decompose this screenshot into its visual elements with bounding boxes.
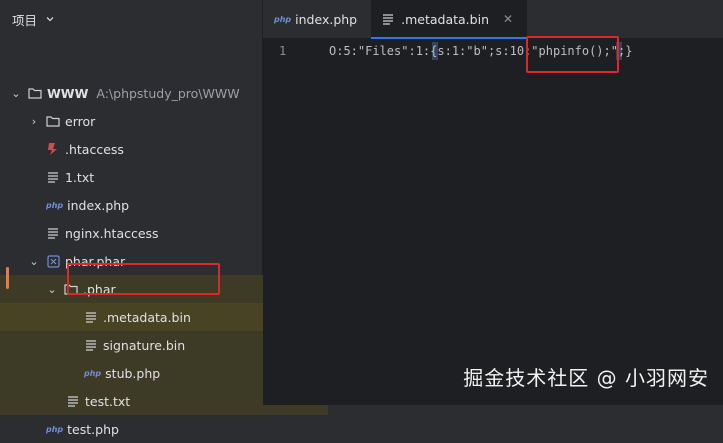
text-file-icon <box>46 226 60 240</box>
line-number: 1 <box>279 44 287 58</box>
chevron-down-icon[interactable]: ⌄ <box>28 255 40 268</box>
tree-item-label: nginx.htaccess <box>65 225 159 241</box>
tree-item-label: error <box>65 113 96 129</box>
tree-item-nginx-htaccess[interactable]: nginx.htaccess <box>0 219 308 247</box>
folder-icon <box>46 114 60 128</box>
highlight-box-payload <box>526 36 619 73</box>
php-file-icon: php <box>46 424 64 434</box>
editor-tabs: php index.php .metadata.bin ✕ <box>263 0 723 39</box>
line-gutter <box>263 38 315 405</box>
tree-item-test-php[interactable]: php test.php <box>0 415 308 443</box>
chevron-down-icon[interactable]: ⌄ <box>10 87 22 100</box>
php-file-icon: php <box>46 200 64 210</box>
close-icon[interactable]: ✕ <box>503 12 513 26</box>
tree-item-label: .metadata.bin <box>103 309 191 325</box>
tree-item-label: stub.php <box>105 365 161 381</box>
tree-item-1-txt[interactable]: 1.txt <box>0 163 308 191</box>
chevron-down-icon[interactable]: ⌄ <box>46 283 58 296</box>
text-file-icon <box>84 310 98 324</box>
text-file-icon <box>382 13 394 25</box>
chevron-right-icon[interactable]: › <box>28 115 40 128</box>
watermark: 掘金技术社区 @ 小羽网安 <box>463 366 709 390</box>
php-file-icon: php <box>274 14 292 24</box>
text-file-icon <box>46 170 60 184</box>
highlight-box-metadata <box>67 263 220 295</box>
tree-item-label: 1.txt <box>65 169 95 185</box>
tree-item-label: .htaccess <box>65 141 124 157</box>
tab-label: index.php <box>295 11 358 27</box>
editor-area: php index.php .metadata.bin ✕ 1 O:5:"Fil… <box>263 0 723 405</box>
tab-metadata-bin[interactable]: .metadata.bin ✕ <box>371 0 528 39</box>
tree-item-path: A:\phpstudy_pro\WWW <box>96 85 240 101</box>
tree-item-label: index.php <box>67 197 130 213</box>
text-file-icon <box>66 394 80 408</box>
php-file-icon: php <box>84 368 102 378</box>
tree-item-label: test.php <box>67 421 119 437</box>
htaccess-file-icon <box>46 142 60 156</box>
modified-marker <box>6 267 9 289</box>
sidebar-header[interactable]: 项目 <box>0 0 262 38</box>
tree-item-index-php[interactable]: php index.php <box>0 191 308 219</box>
tab-index-php[interactable]: php index.php <box>263 0 371 38</box>
folder-icon <box>28 86 42 100</box>
archive-icon <box>46 254 60 268</box>
tree-item-htaccess[interactable]: .htaccess <box>0 135 308 163</box>
tree-item-label: signature.bin <box>103 337 186 353</box>
sidebar-title: 项目 <box>12 12 38 28</box>
tab-label: .metadata.bin <box>401 11 489 27</box>
tree-item-label: test.txt <box>85 393 131 409</box>
text-file-icon <box>84 338 98 352</box>
tree-item-label: WWW <box>47 85 89 101</box>
project-sidebar: 项目 ⌄ WWW A:\phpstudy_pro\WWW › error .ht… <box>0 0 346 437</box>
tree-item-error[interactable]: › error <box>0 107 290 135</box>
tree-item-www[interactable]: ⌄ WWW A:\phpstudy_pro\WWW <box>0 79 272 107</box>
chevron-down-icon[interactable] <box>45 12 55 27</box>
